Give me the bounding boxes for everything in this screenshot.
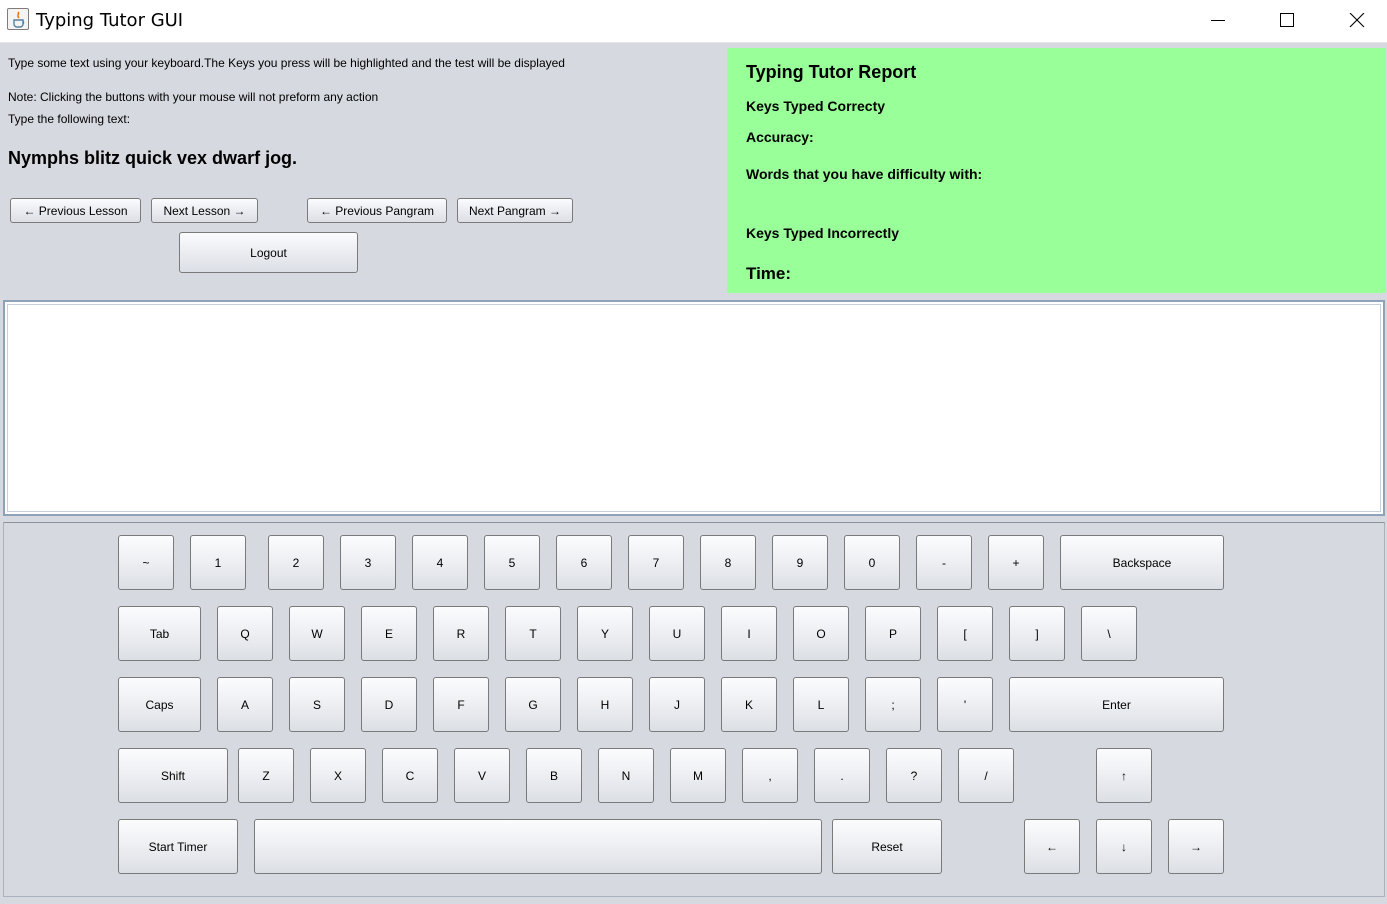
previous-lesson-button[interactable]: ← Previous Lesson (10, 198, 141, 223)
key-z[interactable]: Z (238, 748, 294, 803)
key-0[interactable]: 0 (844, 535, 900, 590)
key-arrow-up[interactable]: ↑ (1096, 748, 1152, 803)
key-arrow-right[interactable]: → (1168, 819, 1224, 874)
key-w[interactable]: W (289, 606, 345, 661)
next-pangram-button[interactable]: Next Pangram → (457, 198, 573, 223)
key-shift[interactable]: Shift (118, 748, 228, 803)
key-plus[interactable]: + (988, 535, 1044, 590)
logout-button[interactable]: Logout (179, 232, 358, 273)
key-arrow-down[interactable]: ↓ (1096, 819, 1152, 874)
note-text: Note: Clicking the buttons with your mou… (8, 90, 379, 104)
key-left-bracket[interactable]: [ (937, 606, 993, 661)
key-s[interactable]: S (289, 677, 345, 732)
minimize-button[interactable] (1183, 0, 1253, 42)
key-i[interactable]: I (721, 606, 777, 661)
key-u[interactable]: U (649, 606, 705, 661)
key-backspace[interactable]: Backspace (1060, 535, 1224, 590)
key-caps[interactable]: Caps (118, 677, 201, 732)
key-b[interactable]: B (526, 748, 582, 803)
accuracy-label: Accuracy: (746, 129, 814, 145)
key-9[interactable]: 9 (772, 535, 828, 590)
next-lesson-button[interactable]: Next Lesson → (151, 198, 258, 223)
key-o[interactable]: O (793, 606, 849, 661)
key-2[interactable]: 2 (268, 535, 324, 590)
key-period[interactable]: . (814, 748, 870, 803)
key-l[interactable]: L (793, 677, 849, 732)
key-right-bracket[interactable]: ] (1009, 606, 1065, 661)
reset-button[interactable]: Reset (832, 819, 942, 874)
key-5[interactable]: 5 (484, 535, 540, 590)
pangram-text: Nymphs blitz quick vex dwarf jog. (8, 148, 298, 168)
typing-area[interactable] (7, 304, 1381, 512)
maximize-icon (1280, 13, 1294, 27)
key-space[interactable] (254, 819, 822, 874)
minimize-icon (1211, 20, 1225, 21)
key-h[interactable]: H (577, 677, 633, 732)
key-j[interactable]: J (649, 677, 705, 732)
key-a[interactable]: A (217, 677, 273, 732)
close-button[interactable] (1322, 0, 1387, 42)
title-bar: Typing Tutor GUI (0, 0, 1387, 43)
key-backslash[interactable]: \ (1081, 606, 1137, 661)
key-r[interactable]: R (433, 606, 489, 661)
key-comma[interactable]: , (742, 748, 798, 803)
typing-area-frame (3, 300, 1385, 516)
key-4[interactable]: 4 (412, 535, 468, 590)
key-g[interactable]: G (505, 677, 561, 732)
report-panel: Typing Tutor Report Keys Typed Correcty … (727, 48, 1386, 293)
key-enter[interactable]: Enter (1009, 677, 1224, 732)
key-arrow-left[interactable]: ← (1024, 819, 1080, 874)
time-label: Time: (746, 264, 792, 283)
key-tab[interactable]: Tab (118, 606, 201, 661)
key-semicolon[interactable]: ; (865, 677, 921, 732)
key-1[interactable]: 1 (190, 535, 246, 590)
difficulty-words-label: Words that you have difficulty with: (746, 166, 983, 182)
start-timer-button[interactable]: Start Timer (118, 819, 238, 874)
key-6[interactable]: 6 (556, 535, 612, 590)
key-t[interactable]: T (505, 606, 561, 661)
previous-pangram-button[interactable]: ← Previous Pangram (307, 198, 447, 223)
keys-correct-label: Keys Typed Correcty (746, 98, 886, 114)
key-7[interactable]: 7 (628, 535, 684, 590)
key-y[interactable]: Y (577, 606, 633, 661)
key-c[interactable]: C (382, 748, 438, 803)
maximize-button[interactable] (1252, 0, 1322, 42)
java-app-icon (7, 8, 29, 30)
key-q[interactable]: Q (217, 606, 273, 661)
window-title: Typing Tutor GUI (36, 10, 184, 31)
key-p[interactable]: P (865, 606, 921, 661)
key-3[interactable]: 3 (340, 535, 396, 590)
prompt-label: Type the following text: (8, 112, 131, 126)
instruction-text: Type some text using your keyboard.The K… (8, 56, 565, 70)
key-d[interactable]: D (361, 677, 417, 732)
key-v[interactable]: V (454, 748, 510, 803)
report-title: Typing Tutor Report (746, 62, 917, 82)
key-apostrophe[interactable]: ' (937, 677, 993, 732)
key-question-mark[interactable]: ? (886, 748, 942, 803)
close-icon (1349, 13, 1365, 28)
key-minus[interactable]: - (916, 535, 972, 590)
key-slash[interactable]: / (958, 748, 1014, 803)
key-8[interactable]: 8 (700, 535, 756, 590)
virtual-keyboard: ~ 1 2 3 4 5 6 7 8 9 0 - + Backspace Tab … (3, 522, 1385, 897)
keys-incorrect-label: Keys Typed Incorrectly (746, 225, 900, 241)
key-k[interactable]: K (721, 677, 777, 732)
key-f[interactable]: F (433, 677, 489, 732)
key-x[interactable]: X (310, 748, 366, 803)
key-n[interactable]: N (598, 748, 654, 803)
key-m[interactable]: M (670, 748, 726, 803)
key-tilde[interactable]: ~ (118, 535, 174, 590)
key-e[interactable]: E (361, 606, 417, 661)
